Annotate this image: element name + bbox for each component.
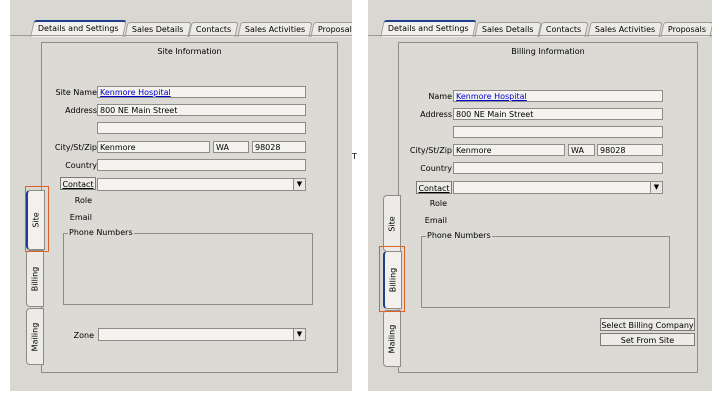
city-field[interactable]: Kenmore <box>97 141 210 153</box>
site-name-link[interactable]: Kenmore Hospital <box>100 88 171 97</box>
state-field[interactable]: WA <box>213 141 249 153</box>
chevron-down-icon[interactable]: ▼ <box>293 329 305 340</box>
contact-dropdown[interactable]: ▼ <box>97 178 306 191</box>
phone-numbers-title: Phone Numbers <box>68 228 134 237</box>
zone-dropdown[interactable]: ▼ <box>98 328 306 341</box>
set-from-site-button[interactable]: Set From Site <box>600 333 695 346</box>
city-state-zip-label: City/St/Zip <box>54 143 97 152</box>
site-details-panel: Details and Settings Sales Details Contact… <box>10 0 352 391</box>
contact-button[interactable]: Contact <box>60 177 96 190</box>
country-label: Country <box>420 164 452 173</box>
top-tab-strip: Details and Settings Sales Details Contact… <box>368 20 712 37</box>
country-field[interactable] <box>453 162 663 174</box>
phone-numbers-group: Phone Numbers <box>421 231 670 308</box>
side-tab-mailing[interactable]: Mailing <box>26 308 44 365</box>
state-field[interactable]: WA <box>568 144 595 156</box>
phone-numbers-title: Phone Numbers <box>426 231 492 240</box>
zip-field[interactable]: 98028 <box>252 141 306 153</box>
side-tab-billing[interactable]: Billing <box>26 250 44 307</box>
chevron-down-icon[interactable]: ▼ <box>650 182 662 193</box>
address-line1-field[interactable]: 800 NE Main Street <box>97 104 306 116</box>
role-label: Role <box>74 196 92 205</box>
select-billing-company-button[interactable]: Select Billing Company <box>600 318 695 331</box>
address-label: Address <box>420 110 452 119</box>
site-name-label: Site Name <box>55 88 97 97</box>
site-name-field[interactable]: Kenmore Hospital <box>97 86 306 98</box>
billing-details-panel: Details and Settings Sales Details Contact… <box>368 0 712 391</box>
address-line2-field[interactable] <box>97 122 306 134</box>
address-label: Address <box>65 106 97 115</box>
city-state-zip-label: City/St/Zip <box>409 146 452 155</box>
zone-label: Zone <box>73 331 94 340</box>
country-field[interactable] <box>97 159 306 171</box>
email-label: Email <box>424 216 447 225</box>
highlight-box <box>25 186 49 252</box>
contact-dropdown[interactable]: ▼ <box>453 181 663 194</box>
tab-divider <box>368 35 712 36</box>
section-title: Billing Information <box>511 47 585 56</box>
side-tab-site[interactable]: Site <box>383 195 401 252</box>
top-tab-strip: Details and Settings Sales Details Contact… <box>10 20 352 37</box>
address-line2-field[interactable] <box>453 126 663 138</box>
contact-button[interactable]: Contact <box>416 181 452 194</box>
phone-numbers-group: Phone Numbers <box>63 228 313 305</box>
name-label: Name <box>428 92 452 101</box>
address-line1-field[interactable]: 800 NE Main Street <box>453 108 663 120</box>
chevron-down-icon[interactable]: ▼ <box>293 179 305 190</box>
section-title: Site Information <box>157 47 222 56</box>
highlight-box <box>379 246 405 312</box>
email-label: Email <box>69 213 92 222</box>
name-field[interactable]: Kenmore Hospital <box>453 90 663 102</box>
zip-field[interactable]: 98028 <box>597 144 663 156</box>
tab-divider <box>10 35 352 36</box>
stray-text: T <box>352 152 357 161</box>
side-tab-mailing[interactable]: Mailing <box>383 310 401 367</box>
city-field[interactable]: Kenmore <box>453 144 565 156</box>
country-label: Country <box>65 161 97 170</box>
name-link[interactable]: Kenmore Hospital <box>456 92 527 101</box>
role-label: Role <box>429 199 447 208</box>
